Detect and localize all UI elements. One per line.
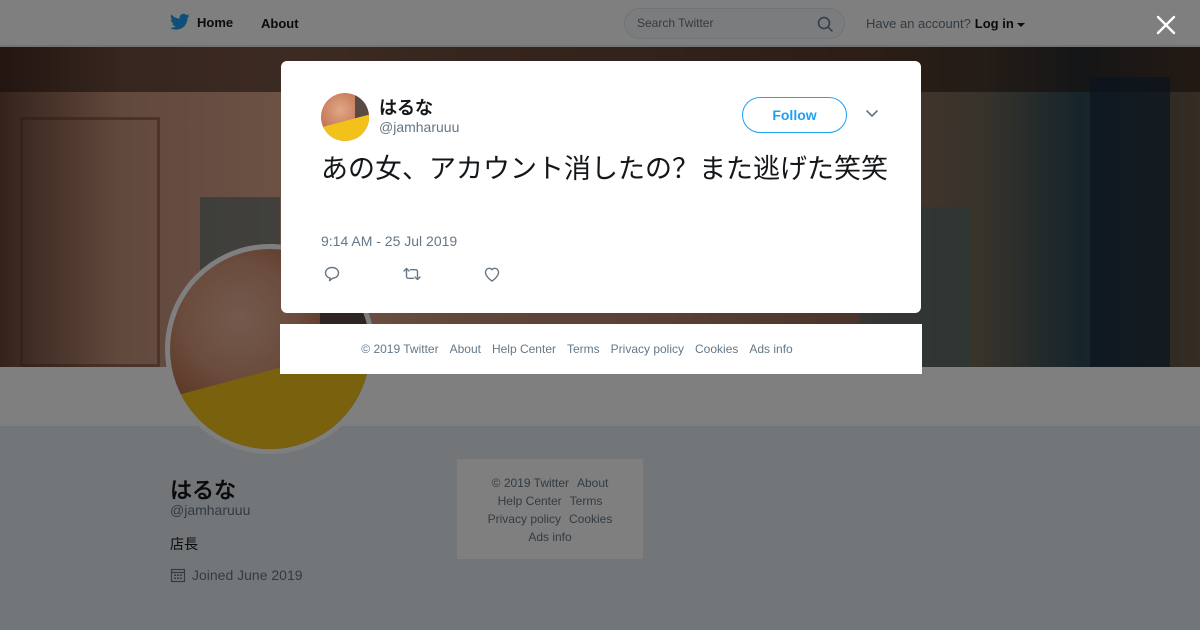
tweet-author-name[interactable]: はるな: [379, 94, 433, 120]
tweet-timestamp[interactable]: 9:14 AM - 25 Jul 2019: [321, 233, 457, 249]
follow-button[interactable]: Follow: [742, 97, 847, 133]
tweet-author-handle[interactable]: @jamharuuu: [379, 119, 459, 135]
tweet-author-avatar[interactable]: [321, 93, 369, 141]
tweet-modal: はるな @jamharuuu Follow あの女、アカウント消したの？また逃げ…: [281, 61, 921, 313]
close-icon[interactable]: [1154, 13, 1178, 37]
tweet-text: あの女、アカウント消したの？また逃げた笑笑: [321, 154, 888, 185]
modal-footer-cookies[interactable]: Cookies: [695, 342, 738, 356]
modal-footer-privacy[interactable]: Privacy policy: [611, 342, 684, 356]
modal-footer-help-center[interactable]: Help Center: [492, 342, 556, 356]
reply-icon[interactable]: [322, 264, 342, 284]
modal-footer-ads-info[interactable]: Ads info: [749, 342, 792, 356]
modal-footer-about[interactable]: About: [450, 342, 481, 356]
modal-footer: © 2019 Twitter About Help Center Terms P…: [280, 324, 922, 374]
chevron-down-icon[interactable]: [865, 109, 879, 119]
modal-footer-terms[interactable]: Terms: [567, 342, 600, 356]
like-icon[interactable]: [482, 264, 502, 284]
retweet-icon[interactable]: [402, 264, 422, 284]
modal-footer-copyright[interactable]: © 2019 Twitter: [361, 342, 438, 356]
